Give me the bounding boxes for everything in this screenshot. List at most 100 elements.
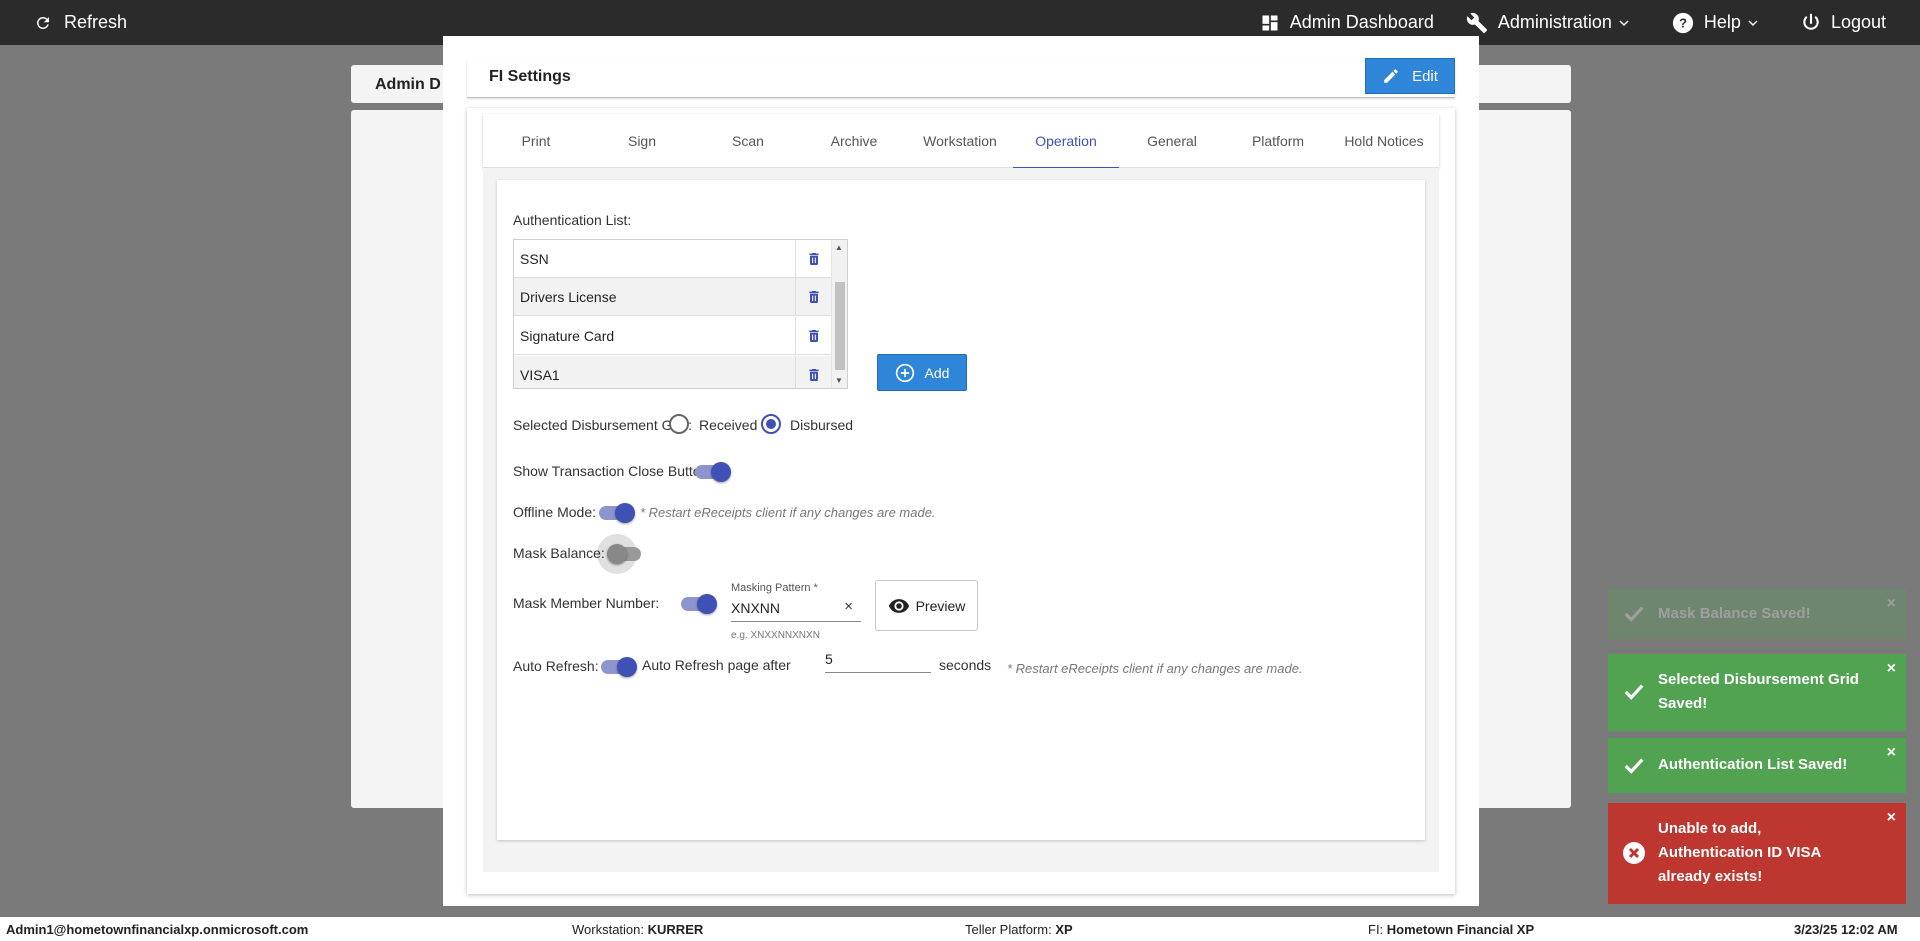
trash-icon [808, 330, 819, 342]
footer-workstation-value: KURRER [647, 922, 704, 937]
footer-workstation-label: Workstation: [572, 922, 645, 937]
footer-user-value: Admin1@hometownfinancialxp.onmicrosoft.c… [6, 922, 309, 937]
mask-member-toggle[interactable] [681, 594, 717, 614]
admin-dashboard-label: Admin Dashboard [1289, 12, 1434, 32]
pencil-icon [1384, 69, 1398, 83]
edit-label: Edit [1412, 67, 1438, 85]
help-icon: ? [1672, 12, 1693, 33]
refresh-button[interactable]: Refresh [34, 12, 127, 33]
mask-balance-label: Mask Balance: [513, 545, 605, 561]
toast-message: Authentication List Saved! [1658, 756, 1848, 773]
auth-list: SSN Drivers License Signature Card VISA1… [513, 239, 848, 389]
toast-error-auth-exists: Unable to add, Authentication ID VISA alre… [1608, 803, 1906, 904]
footer-fi: FI: Hometown Financial XP [1368, 922, 1534, 937]
disbursed-label: Disbursed [790, 417, 854, 433]
clear-icon[interactable]: × [844, 598, 853, 615]
auto-refresh-toggle[interactable] [601, 657, 637, 677]
help-menu[interactable]: ? Help [1672, 12, 1769, 34]
settings-tabs: Print Sign Scan Archive Workstation Oper… [483, 114, 1439, 169]
masking-pattern-input[interactable]: XNXNN × [731, 598, 861, 622]
trash-icon [808, 253, 819, 265]
tab-platform[interactable]: Platform [1225, 114, 1331, 168]
eye-icon [888, 598, 909, 613]
mask-balance-toggle[interactable] [597, 534, 643, 574]
toast-message: Selected Disbursement Grid Saved! [1658, 668, 1859, 716]
operation-settings: Authentication List: SSN Drivers License [497, 180, 1425, 840]
toggle-knob [607, 544, 627, 564]
auth-item-name: VISA1 [514, 356, 796, 388]
tab-hold-notices[interactable]: Hold Notices [1331, 114, 1437, 168]
tab-content-area: Authentication List: SSN Drivers License [483, 168, 1439, 872]
fi-settings-modal: FI Settings Edit Print Sign Scan Archive… [443, 36, 1479, 906]
received-radio[interactable] [669, 414, 689, 434]
settings-panel: Print Sign Scan Archive Workstation Oper… [467, 108, 1455, 894]
power-icon [1803, 13, 1819, 30]
tab-operation[interactable]: Operation [1013, 114, 1119, 169]
preview-label: Preview [915, 597, 966, 614]
wrench-icon [1466, 12, 1487, 33]
toggle-knob [697, 594, 717, 614]
footer-datetime-value: 3/23/25 12:02 AM [1794, 922, 1898, 937]
footer-fi-label: FI: [1368, 922, 1384, 937]
scroll-down-arrow-icon[interactable]: ▼ [835, 376, 843, 385]
toast-close-button[interactable]: × [1887, 809, 1896, 827]
modal-title: FI Settings [489, 68, 571, 85]
masking-pattern-hint: e.g. XNXXNNXNXN [731, 630, 820, 641]
disbursement-grid-label: Selected Disbursement Grid: [513, 417, 692, 433]
auth-list-scrollbar[interactable]: ▲ ▼ [831, 240, 847, 388]
auth-list-row: VISA1 [514, 356, 831, 388]
toast-line: Unable to add, [1658, 820, 1762, 837]
delete-button[interactable] [796, 317, 831, 355]
masking-pattern-label: Masking Pattern * [731, 582, 818, 594]
footer-datetime: 3/23/25 12:02 AM [1794, 922, 1898, 937]
toast-close-button[interactable]: × [1887, 744, 1896, 762]
delete-button[interactable] [796, 278, 831, 316]
scrollbar-thumb[interactable] [835, 282, 845, 370]
toggle-knob [615, 503, 635, 523]
auto-refresh-prefix: Auto Refresh page after [642, 657, 791, 673]
disbursed-radio[interactable] [761, 414, 781, 434]
auth-list-row: Signature Card [514, 317, 831, 355]
auth-item-name: Signature Card [514, 317, 796, 355]
check-icon [1624, 606, 1644, 622]
mask-member-label: Mask Member Number: [513, 595, 660, 611]
edit-button[interactable]: Edit [1365, 58, 1455, 94]
tab-sign[interactable]: Sign [589, 114, 695, 168]
footer-user: Admin1@hometownfinancialxp.onmicrosoft.c… [6, 922, 308, 937]
help-label: Help [1703, 12, 1741, 32]
toast-disbursement-saved: Selected Disbursement Grid Saved! × [1608, 654, 1906, 731]
scroll-up-arrow-icon[interactable]: ▲ [835, 243, 843, 252]
tab-scan[interactable]: Scan [695, 114, 801, 168]
toast-message: Unable to add, Authentication ID VISA alre… [1658, 817, 1821, 889]
background-card-title: Admin D [375, 76, 441, 93]
preview-button[interactable]: Preview [875, 580, 978, 631]
delete-button[interactable] [796, 356, 831, 388]
add-auth-button[interactable]: Add [877, 354, 967, 391]
tab-archive[interactable]: Archive [801, 114, 907, 168]
show-close-toggle[interactable] [695, 462, 731, 482]
auto-refresh-seconds-input[interactable]: 5 [825, 647, 931, 673]
chevron-down-icon [1748, 19, 1758, 26]
auto-refresh-label: Auto Refresh: [513, 658, 599, 674]
masking-pattern-field: Masking Pattern * XNXNN × e.g. XNXXNNXNX… [731, 582, 861, 641]
tab-general[interactable]: General [1119, 114, 1225, 168]
offline-mode-label: Offline Mode: [513, 504, 597, 520]
tab-print[interactable]: Print [483, 114, 589, 168]
toast-close-button[interactable]: × [1887, 595, 1896, 613]
tab-workstation[interactable]: Workstation [907, 114, 1013, 168]
logout-button[interactable]: Logout [1801, 12, 1886, 33]
offline-mode-toggle[interactable] [599, 503, 635, 523]
footer-workstation: Workstation: KURRER [572, 922, 703, 937]
logout-label: Logout [1830, 12, 1886, 32]
footer-fi-value: Hometown Financial XP [1386, 922, 1535, 937]
auth-item-name: Drivers License [514, 278, 796, 316]
auth-item-name: SSN [514, 240, 796, 278]
administration-menu[interactable]: Administration [1466, 12, 1640, 34]
admin-dashboard-link[interactable]: Admin Dashboard [1260, 12, 1434, 33]
footer-teller-value: XP [1055, 922, 1073, 937]
toast-close-button[interactable]: × [1887, 660, 1896, 678]
svg-text:?: ? [1679, 15, 1687, 30]
show-close-label: Show Transaction Close Button: [513, 463, 713, 479]
toast-message: Mask Balance Saved! [1658, 605, 1811, 622]
delete-button[interactable] [796, 240, 831, 278]
